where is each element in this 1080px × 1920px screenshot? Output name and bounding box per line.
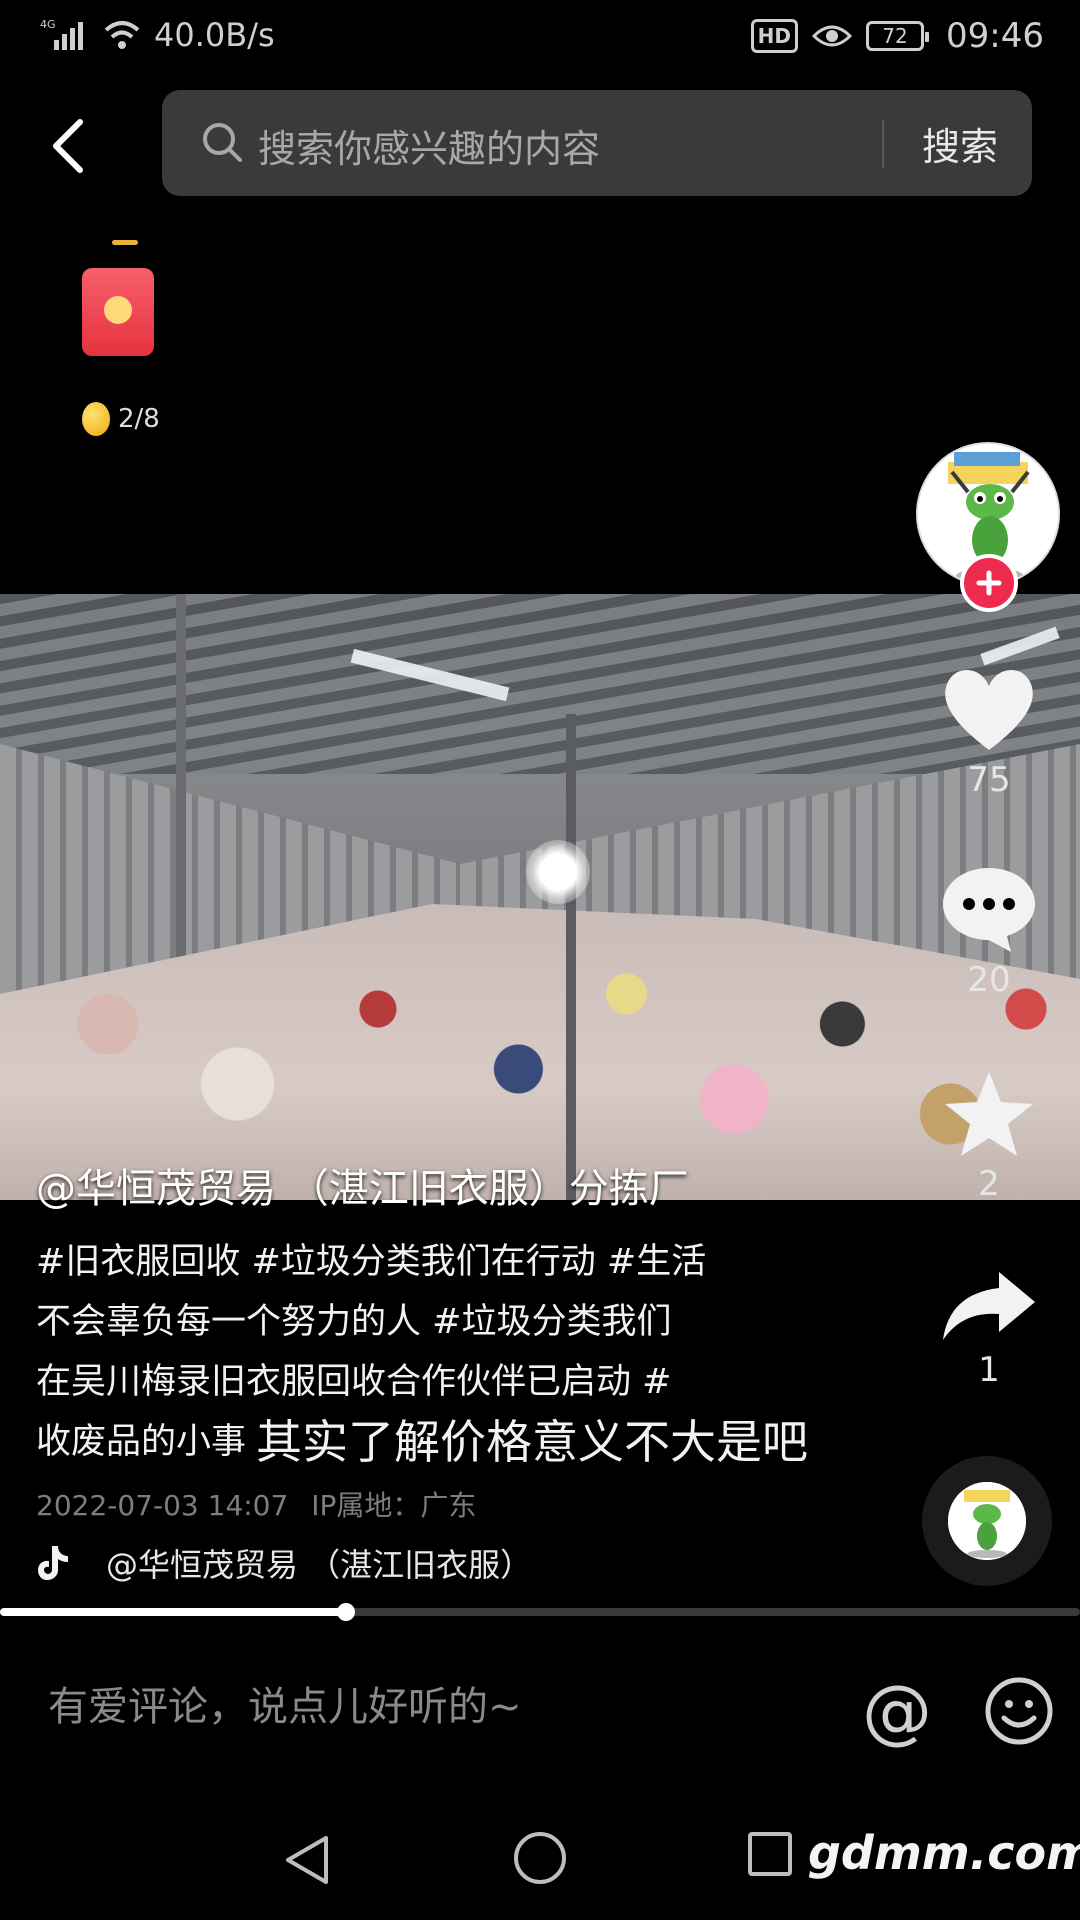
post-datetime: 2022-07-03 14:07 [36, 1489, 289, 1522]
emoji-icon[interactable] [984, 1676, 1054, 1746]
music-disc[interactable] [922, 1456, 1052, 1586]
status-right: HD 72 09:46 [750, 16, 1044, 56]
favorite-action[interactable]: 2 [924, 1068, 1054, 1204]
favorite-count: 2 [978, 1164, 1000, 1204]
music-row[interactable]: @华恒茂贸易 （湛江旧衣服） [36, 1540, 532, 1586]
tiktok-note-icon [38, 1546, 68, 1580]
gold-coin-icon [82, 402, 110, 436]
like-count: 75 [967, 760, 1011, 800]
share-action[interactable]: 1 [924, 1268, 1054, 1390]
svg-text:4G: 4G [40, 18, 56, 31]
comment-input[interactable]: 有爱评论，说点儿好听的~ [48, 1674, 522, 1732]
cellular-signal-icon: 4G [40, 18, 83, 50]
site-watermark: gdmm.com [808, 1826, 1080, 1880]
nav-recents-icon[interactable] [748, 1832, 792, 1876]
like-action[interactable]: 75 [924, 664, 1054, 800]
search-button[interactable]: 搜索 [922, 116, 998, 171]
share-count: 1 [978, 1350, 1000, 1390]
caption-line: 不会辜负每一个努力的人 #垃圾分类我们 [36, 1302, 672, 1342]
star-icon [945, 1072, 1033, 1156]
red-packet-coin [104, 296, 132, 324]
hd-badge: HD [750, 19, 799, 53]
red-packet-widget[interactable] [82, 240, 154, 358]
status-bar: 4G 40.0B/s HD 72 09:46 [0, 0, 1080, 76]
music-disc-avatar [948, 1482, 1026, 1560]
network-speed: 40.0B/s [154, 16, 275, 54]
ant-mascot-icon [948, 1482, 1026, 1560]
status-left: 4G 40.0B/s [40, 16, 275, 54]
back-button[interactable] [48, 106, 104, 186]
ip-location: IP属地：广东 [311, 1489, 477, 1522]
coin-progress-text: 2/8 [118, 404, 160, 434]
nav-home-icon[interactable] [514, 1832, 566, 1884]
system-nav-bar: gdmm.com [0, 1800, 1080, 1920]
clock: 09:46 [946, 16, 1044, 56]
red-packet-timer-bar [112, 240, 138, 245]
video-overlay-text: @华恒茂贸易 （湛江旧衣服）分拣厂 [36, 1166, 689, 1212]
heart-icon [945, 669, 1033, 750]
caption-line: 在吴川梅录旧衣服回收合作伙伴已启动 # [36, 1362, 672, 1402]
comment-count: 20 [967, 960, 1011, 1000]
comment-action[interactable]: 20 [924, 864, 1054, 1000]
warehouse-pole [566, 714, 576, 1200]
coin-progress: 2/8 [82, 402, 160, 436]
nav-back-icon[interactable] [282, 1832, 332, 1888]
warehouse-roof [0, 594, 1080, 774]
search-divider [882, 120, 884, 168]
post-meta: 2022-07-03 14:07 IP属地：广东 [36, 1484, 476, 1524]
battery-indicator: 72 [866, 21, 930, 51]
video-progress-fill [0, 1608, 346, 1616]
search-input[interactable]: 搜索你感兴趣的内容 [258, 118, 600, 173]
follow-button[interactable] [960, 554, 1018, 612]
share-arrow-icon [943, 1272, 1035, 1340]
hanging-lamp [526, 840, 590, 904]
video-subtitle: 其实了解价格意义不大是吧 [256, 1415, 808, 1469]
caption-line: #旧衣服回收 #垃圾分类我们在行动 #生活 [36, 1242, 707, 1282]
search-bar[interactable]: 搜索你感兴趣的内容 搜索 [162, 90, 1032, 196]
search-icon [203, 123, 242, 162]
wifi-icon [104, 21, 140, 49]
eye-icon [812, 25, 853, 47]
video-progress-knob[interactable] [337, 1603, 355, 1621]
mention-button[interactable]: @ [862, 1676, 932, 1746]
chevron-left-icon [53, 119, 83, 173]
music-title: @华恒茂贸易 （湛江旧衣服） [106, 1546, 533, 1584]
comment-bubble-icon [943, 868, 1035, 952]
plus-icon [976, 570, 1002, 596]
video-progress-bar[interactable] [0, 1603, 1080, 1621]
